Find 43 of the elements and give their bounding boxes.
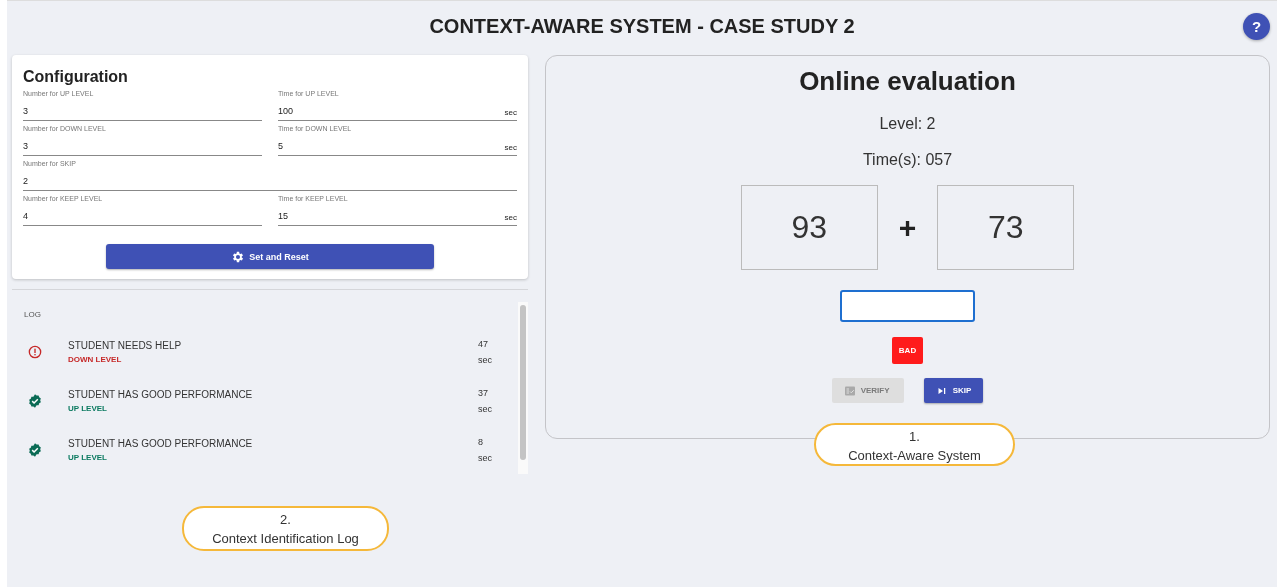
verified-check-icon bbox=[27, 441, 43, 458]
level-text: Level: 2 bbox=[879, 115, 936, 133]
gear-icon bbox=[231, 249, 246, 264]
log-message: STUDENT HAS GOOD PERFORMANCE bbox=[68, 437, 254, 449]
set-and-reset-button[interactable]: Set and Reset bbox=[106, 244, 434, 269]
log-time: 8 bbox=[478, 435, 484, 449]
scrollbar-thumb[interactable] bbox=[520, 305, 526, 460]
log-heading: LOG bbox=[24, 310, 42, 319]
operand-box: 93 bbox=[740, 185, 878, 270]
page-title: CONTEXT-AWARE SYSTEM - CASE STUDY 2 bbox=[429, 14, 855, 38]
time-unit: sec bbox=[478, 353, 493, 367]
log-message: STUDENT HAS GOOD PERFORMANCE bbox=[68, 388, 254, 400]
log-time: 37 bbox=[478, 386, 489, 400]
callout-text: Context Identification Log bbox=[211, 530, 360, 548]
answer-field[interactable] bbox=[840, 290, 975, 322]
feedback-badge: BAD bbox=[891, 337, 924, 364]
input-field[interactable]: 100 sec bbox=[278, 100, 517, 121]
log-action: DOWN LEVEL bbox=[68, 354, 123, 364]
callout-number: 1. bbox=[908, 428, 921, 446]
log-action: UP LEVEL bbox=[68, 452, 108, 462]
time-unit: sec bbox=[478, 402, 493, 416]
operator-sign: + bbox=[898, 210, 917, 245]
verified-check-icon bbox=[27, 392, 43, 409]
input-field[interactable]: 15 sec bbox=[278, 205, 517, 226]
log-time: 47 bbox=[478, 337, 489, 351]
input-field[interactable]: 5 sec bbox=[278, 135, 517, 156]
input-field[interactable]: 4 bbox=[23, 205, 262, 226]
log-message: STUDENT NEEDS HELP bbox=[68, 339, 183, 351]
operand-box: 73 bbox=[937, 185, 1075, 270]
input-field[interactable]: 3 bbox=[23, 135, 262, 156]
input-field[interactable]: 2 bbox=[23, 170, 517, 191]
checklist-icon bbox=[843, 384, 856, 397]
help-button[interactable]: ? bbox=[1243, 13, 1270, 40]
card-title: Configuration bbox=[23, 68, 129, 86]
skip-button[interactable]: SKIP bbox=[923, 378, 984, 403]
callout-number: 2. bbox=[279, 511, 292, 529]
log-action: UP LEVEL bbox=[68, 403, 108, 413]
panel-title: Online evaluation bbox=[799, 66, 1016, 97]
input-field[interactable]: 3 bbox=[23, 100, 262, 121]
exclamation-circle-icon bbox=[27, 343, 43, 360]
time-text: Time(s): 057 bbox=[862, 151, 953, 169]
time-unit: sec bbox=[478, 451, 493, 465]
callout-text: Context-Aware System bbox=[847, 447, 982, 465]
